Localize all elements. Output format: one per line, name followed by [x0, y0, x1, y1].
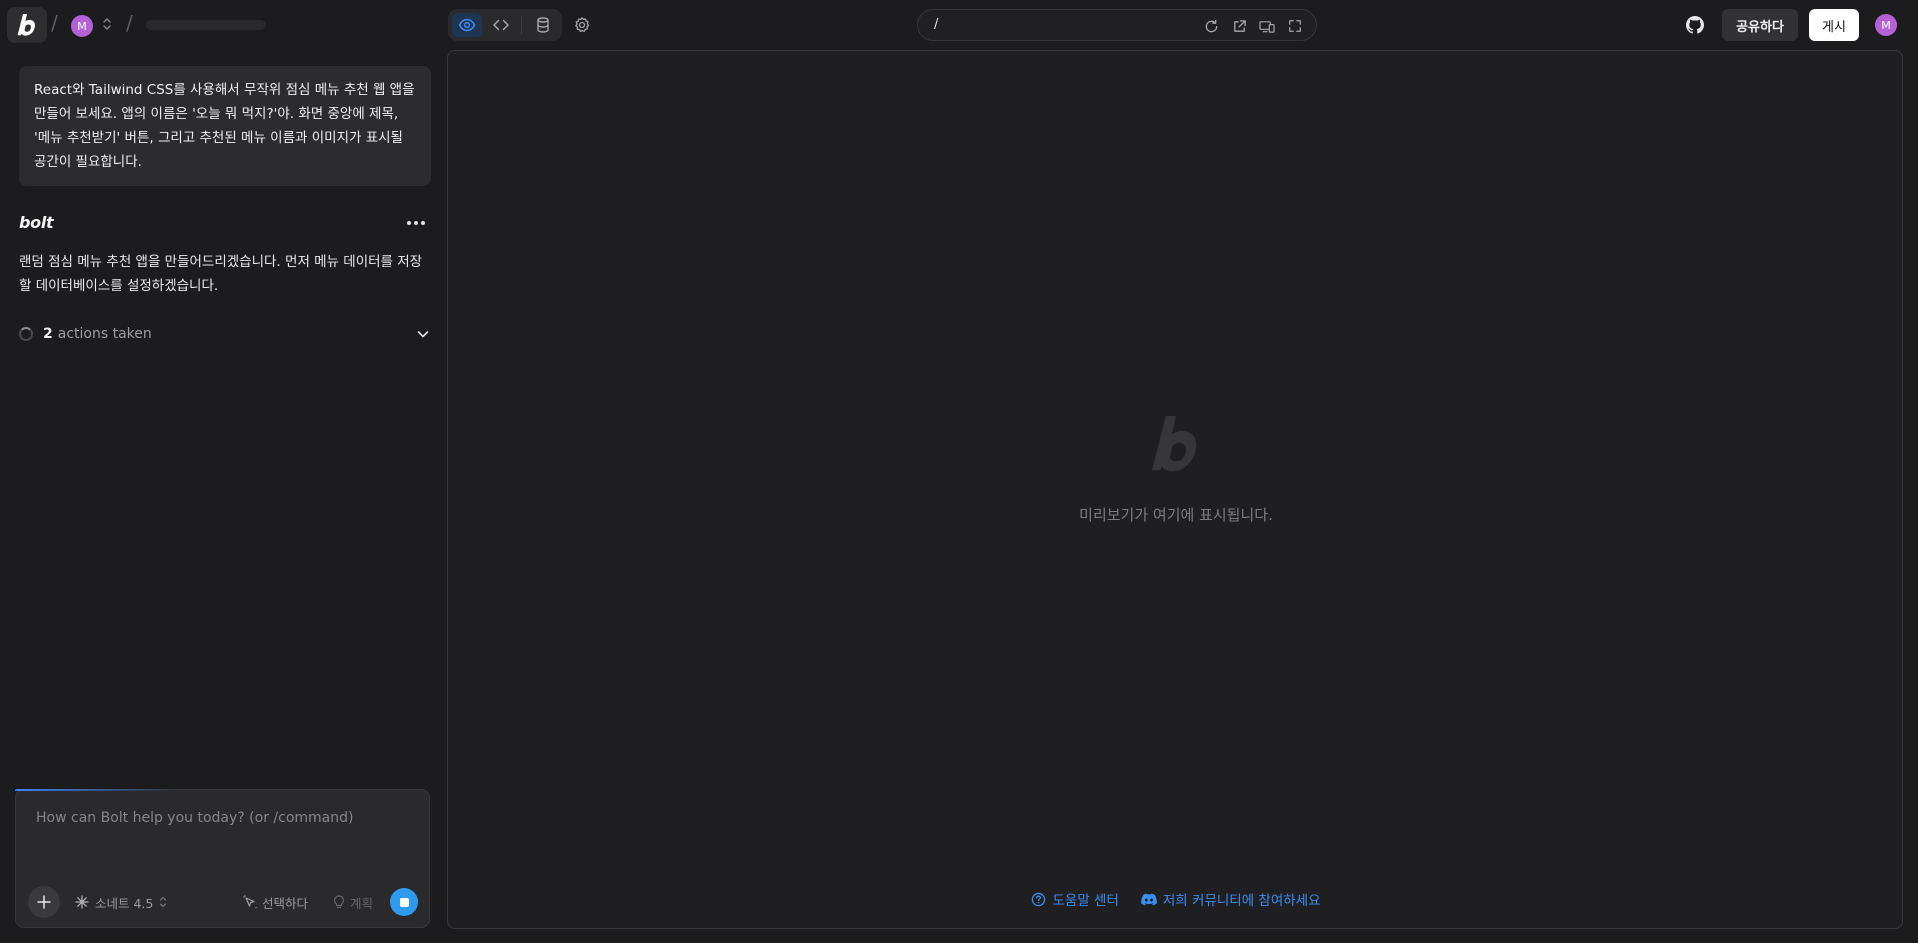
- publish-button[interactable]: 게시: [1809, 9, 1859, 41]
- plan-button[interactable]: 계획: [333, 891, 373, 913]
- bolt-placeholder-icon: [1148, 413, 1204, 475]
- lightbulb-icon: [333, 895, 345, 909]
- prompt-input[interactable]: [36, 810, 406, 850]
- fullscreen-button[interactable]: [1285, 16, 1305, 36]
- database-icon: [537, 17, 549, 33]
- community-link[interactable]: 저희 커뮤니티에 참여하세요: [1141, 889, 1321, 909]
- user-avatar[interactable]: M: [1875, 14, 1897, 36]
- external-link-icon: [1233, 19, 1246, 32]
- more-options-button[interactable]: [404, 213, 428, 233]
- assistant-message: 랜덤 점심 메뉴 추천 앱을 만들어드리겠습니다. 먼저 메뉴 데이터를 저장할…: [19, 254, 423, 294]
- actions-label: actions taken: [57, 326, 152, 342]
- help-circle-icon: [1032, 892, 1046, 906]
- tab-code[interactable]: [486, 13, 516, 37]
- breadcrumb-separator: /: [51, 11, 58, 35]
- user-message: React와 Tailwind CSS를 사용해서 무작위 점심 메뉴 추천 웹…: [19, 66, 431, 186]
- cursor-select-icon: [243, 895, 257, 909]
- select-element-button[interactable]: 선택하다: [243, 891, 308, 913]
- community-label: 저희 커뮤니티에 참여하세요: [1162, 893, 1321, 909]
- device-preview-button[interactable]: [1257, 16, 1277, 36]
- url-path[interactable]: /: [934, 17, 938, 32]
- open-external-button[interactable]: [1229, 16, 1249, 36]
- model-selector[interactable]: 소네트 4.5: [75, 891, 167, 913]
- code-icon: [492, 19, 509, 31]
- project-name-placeholder: [146, 20, 266, 30]
- devices-icon: [1259, 20, 1275, 33]
- actions-count: 2: [43, 326, 53, 342]
- stop-generation-button[interactable]: [390, 888, 418, 916]
- bolt-logo-icon: [17, 14, 35, 36]
- share-button[interactable]: 공유하다: [1722, 9, 1798, 41]
- add-attachment-button[interactable]: [28, 886, 60, 918]
- model-label: 소네트 4.5: [95, 895, 154, 911]
- chevron-updown-icon: [160, 896, 167, 908]
- preview-empty-text: 미리보기가 여기에 표시됩니다.: [1079, 506, 1273, 524]
- select-label: 선택하다: [262, 895, 309, 911]
- plus-icon: [37, 895, 51, 909]
- top-bar: / M / / 공유하다 게시 M: [0, 0, 1918, 50]
- fullscreen-icon: [1289, 20, 1301, 32]
- preview-footer: 도움말 센터 저희 커뮤니티에 참여하세요: [448, 889, 1904, 909]
- eye-icon: [458, 18, 476, 32]
- help-center-link[interactable]: 도움말 센터: [1031, 889, 1119, 909]
- gear-icon: [575, 17, 590, 33]
- tab-preview[interactable]: [452, 13, 482, 37]
- breadcrumb-separator: /: [126, 11, 133, 35]
- tab-database[interactable]: [528, 13, 558, 37]
- more-dots-icon: [421, 221, 425, 225]
- chevron-down-icon[interactable]: [415, 326, 431, 342]
- chat-composer: 소네트 4.5 선택하다 계획: [15, 789, 430, 928]
- more-dots-icon: [414, 221, 418, 225]
- org-avatar[interactable]: M: [71, 15, 93, 37]
- view-switcher: [448, 9, 562, 41]
- bolt-logo-button[interactable]: [7, 7, 47, 43]
- divider: [521, 16, 523, 34]
- preview-url-bar[interactable]: /: [917, 9, 1317, 41]
- github-button[interactable]: [1683, 13, 1707, 37]
- discord-icon: [1141, 893, 1157, 905]
- loading-spinner-icon: [19, 327, 33, 341]
- github-icon: [1686, 16, 1704, 34]
- reload-button[interactable]: [1201, 16, 1221, 36]
- sparkle-icon: [75, 895, 89, 909]
- stop-icon: [399, 897, 409, 907]
- chevron-updown-icon[interactable]: [102, 16, 112, 32]
- actions-summary[interactable]: 2 actions taken: [19, 322, 431, 346]
- settings-button[interactable]: [570, 13, 594, 37]
- preview-panel: 미리보기가 여기에 표시됩니다. 도움말 센터 저희 커뮤니티에 참여하세요: [447, 50, 1903, 929]
- reload-icon: [1205, 19, 1217, 32]
- plan-label: 계획: [350, 895, 374, 911]
- assistant-name: bolt: [19, 213, 54, 232]
- more-dots-icon: [407, 221, 411, 225]
- composer-focus-glow: [15, 789, 175, 791]
- help-center-label: 도움말 센터: [1052, 893, 1119, 909]
